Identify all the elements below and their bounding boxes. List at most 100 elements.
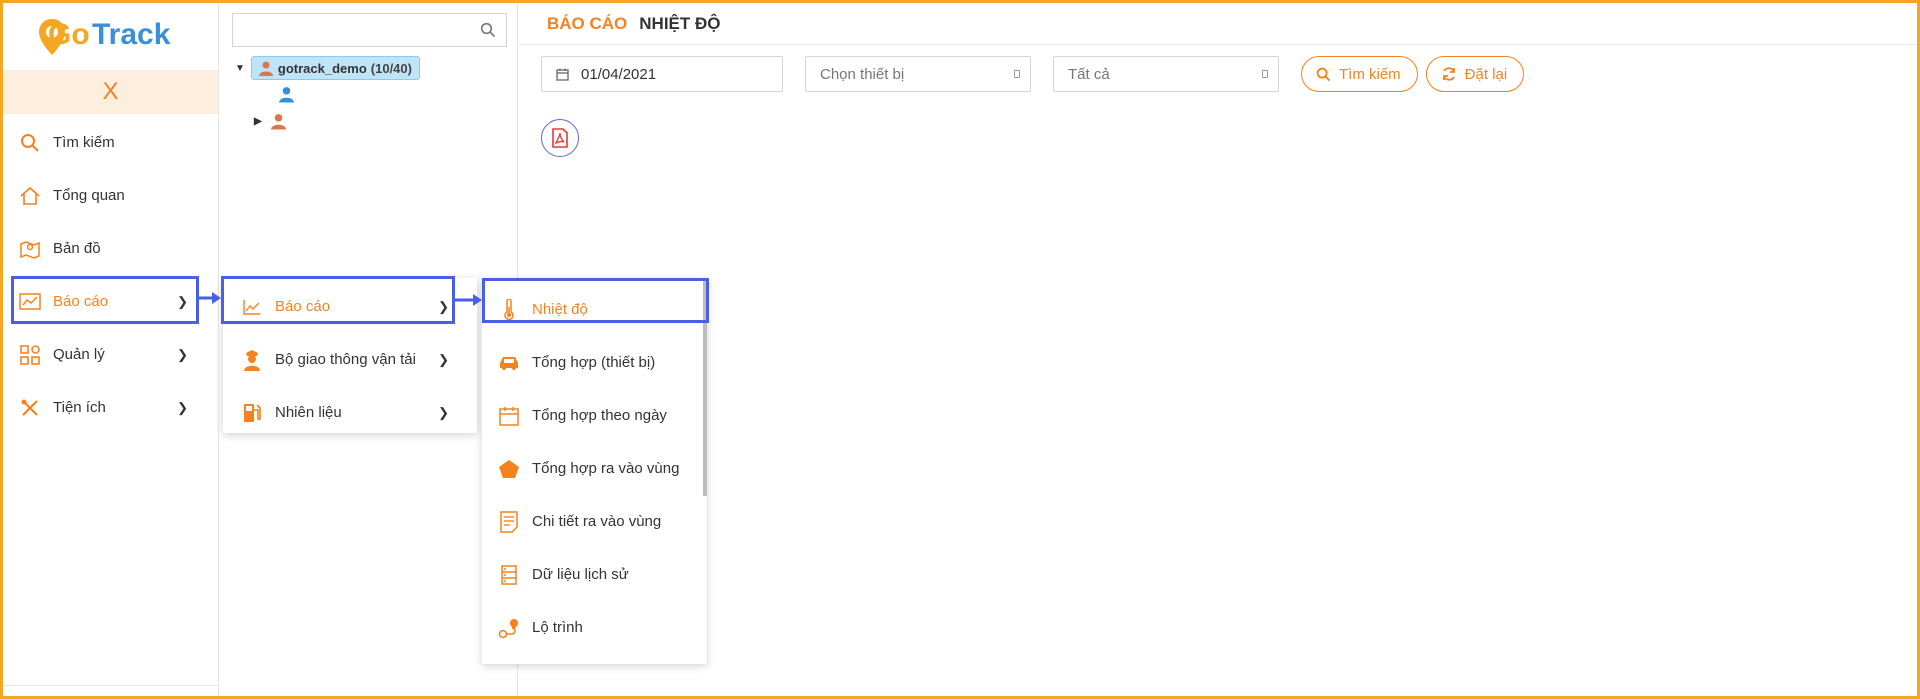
refresh-icon bbox=[1441, 66, 1457, 82]
calendar-icon bbox=[498, 405, 520, 427]
submenu-item-label: Báo cáo bbox=[275, 298, 331, 315]
submenu-scrollbar[interactable] bbox=[703, 278, 707, 496]
user-officer-icon bbox=[270, 114, 286, 130]
sidebar-item-label: Bản đồ bbox=[53, 240, 101, 257]
calendar-icon bbox=[556, 68, 569, 81]
sidebar-close-button[interactable]: X bbox=[3, 70, 218, 114]
expand-triangle-icon[interactable]: ▼ bbox=[235, 63, 245, 74]
sidebar-item-map[interactable]: Bản đồ bbox=[3, 222, 218, 275]
chevron-right-icon: ❯ bbox=[177, 399, 188, 415]
reports-detail-submenu: Nhiệt độ Tổng hợp (thiết bị) Tổng hợp th… bbox=[482, 278, 707, 664]
submenu-item-zone-detail[interactable]: Chi tiết ra vào vùng bbox=[482, 495, 707, 548]
sidebar-item-search[interactable]: Tìm kiếm bbox=[3, 116, 218, 169]
sidebar-item-label: Tổng quan bbox=[53, 187, 125, 204]
chevron-right-icon: ❯ bbox=[438, 351, 449, 367]
tree-root-node[interactable]: ▼ gotrack_demo (10/40) bbox=[235, 56, 420, 80]
reset-button[interactable]: Đặt lại bbox=[1425, 56, 1525, 92]
submenu-item-fuel[interactable]: Nhiên liệu ❯ bbox=[223, 386, 477, 439]
chevron-right-icon: ❯ bbox=[438, 404, 449, 420]
submenu-item-reports[interactable]: Báo cáo ❯ bbox=[223, 280, 477, 333]
sidebar-item-label: Quản lý bbox=[53, 346, 105, 363]
collapse-triangle-icon[interactable]: ▶ bbox=[254, 116, 262, 127]
sidebar-item-label: Báo cáo bbox=[53, 293, 109, 310]
route-icon bbox=[498, 617, 520, 639]
submenu-item-daily-summary[interactable]: Tổng hợp theo ngày bbox=[482, 389, 707, 442]
chevron-right-icon: ❯ bbox=[438, 298, 449, 314]
close-icon: X bbox=[102, 78, 119, 105]
submenu-item-history-data[interactable]: Dữ liệu lịch sử bbox=[482, 548, 707, 601]
sidebar-item-reports[interactable]: Báo cáo ❯ bbox=[3, 275, 218, 328]
tree-root-label: gotrack_demo bbox=[277, 60, 367, 76]
export-pdf-button[interactable] bbox=[541, 119, 579, 157]
status-select-value: Tất cả bbox=[1068, 65, 1110, 83]
filter-bar: 01/04/2021 Chọn thiết bị Tất cả Tìm kiếm… bbox=[541, 56, 1532, 92]
sidebar-item-label: Tiện ích bbox=[53, 399, 106, 416]
line-chart-icon bbox=[241, 296, 263, 318]
tree-root-chip[interactable]: gotrack_demo (10/40) bbox=[250, 56, 420, 80]
reports-submenu: Báo cáo ❯ Bộ giao thông vận tải ❯ Nhiên … bbox=[223, 278, 477, 433]
sidebar-nav: Tìm kiếm Tổng quan Bản đồ Báo cáo ❯ Quản… bbox=[3, 116, 218, 434]
user-icon bbox=[279, 87, 294, 103]
search-icon[interactable] bbox=[480, 22, 496, 43]
tree-child-officer[interactable]: ▶ bbox=[254, 112, 287, 130]
sidebar: Go Track X Tìm kiếm Tổng quan Bản đồ Báo… bbox=[3, 3, 219, 696]
document-icon bbox=[498, 510, 520, 533]
device-select-placeholder: Chọn thiết bị bbox=[820, 65, 905, 83]
submenu-item-label: Tổng hợp ra vào vùng bbox=[532, 460, 680, 477]
sidebar-item-management[interactable]: Quản lý ❯ bbox=[3, 328, 218, 381]
sidebar-item-overview[interactable]: Tổng quan bbox=[3, 169, 218, 222]
submenu-item-label: Chi tiết ra vào vùng bbox=[532, 513, 662, 530]
tree-search-input[interactable] bbox=[232, 13, 507, 47]
search-button[interactable]: Tìm kiếm bbox=[1301, 56, 1418, 92]
submenu-item-transport-ministry[interactable]: Bộ giao thông vận tải ❯ bbox=[223, 333, 477, 386]
database-icon bbox=[498, 564, 520, 586]
sidebar-item-label: Tìm kiếm bbox=[53, 134, 115, 151]
select-caret-icon bbox=[1014, 70, 1020, 78]
logo-track-text: Track bbox=[92, 18, 171, 51]
breadcrumb: BÁO CÁO NHIỆT ĐỘ bbox=[519, 3, 1917, 45]
submenu-item-label: Dữ liệu lịch sử bbox=[532, 566, 629, 583]
logo-icon: Go Track bbox=[38, 18, 171, 55]
submenu-item-temperature[interactable]: Nhiệt độ bbox=[482, 283, 707, 336]
map-icon bbox=[19, 238, 41, 260]
date-picker[interactable]: 01/04/2021 bbox=[541, 56, 783, 92]
date-value: 01/04/2021 bbox=[581, 65, 657, 83]
submenu-item-label: Nhiệt độ bbox=[532, 301, 588, 318]
sidebar-item-utilities[interactable]: Tiện ích ❯ bbox=[3, 381, 218, 434]
submenu-item-device-summary[interactable]: Tổng hợp (thiết bị) bbox=[482, 336, 707, 389]
arrow-right-icon bbox=[198, 292, 221, 304]
submenu-item-label: Nhiên liệu bbox=[275, 404, 342, 421]
officer-icon bbox=[241, 349, 263, 371]
arrow-right-icon bbox=[455, 294, 482, 306]
pentagon-icon bbox=[498, 458, 520, 480]
status-select[interactable]: Tất cả bbox=[1053, 56, 1279, 92]
search-icon bbox=[1316, 67, 1331, 82]
tree-child-user[interactable] bbox=[278, 85, 295, 103]
thermometer-icon bbox=[498, 298, 520, 321]
submenu-item-route[interactable]: Lộ trình bbox=[482, 601, 707, 654]
fuel-icon bbox=[241, 402, 263, 424]
search-icon bbox=[19, 132, 41, 154]
submenu-item-zone-summary[interactable]: Tổng hợp ra vào vùng bbox=[482, 442, 707, 495]
chart-icon bbox=[19, 291, 41, 313]
chevron-right-icon: ❯ bbox=[177, 346, 188, 362]
submenu-item-label: Lộ trình bbox=[532, 619, 583, 636]
submenu-item-label: Tổng hợp theo ngày bbox=[532, 407, 667, 424]
home-icon bbox=[19, 185, 41, 207]
page-title: NHIỆT ĐỘ bbox=[639, 13, 721, 33]
submenu-item-label: Bộ giao thông vận tải bbox=[275, 351, 416, 368]
car-icon bbox=[498, 352, 520, 374]
submenu-item-label: Tổng hợp (thiết bị) bbox=[532, 354, 656, 371]
chevron-right-icon: ❯ bbox=[177, 293, 188, 309]
breadcrumb-section[interactable]: BÁO CÁO bbox=[547, 14, 627, 34]
reset-button-label: Đặt lại bbox=[1464, 65, 1508, 83]
logo-go-text: Go bbox=[48, 18, 90, 51]
gotrack-logo[interactable]: Go Track bbox=[3, 3, 218, 68]
tools-icon bbox=[19, 397, 41, 419]
sidebar-divider bbox=[3, 685, 218, 686]
select-caret-icon bbox=[1262, 70, 1268, 78]
search-button-label: Tìm kiếm bbox=[1339, 65, 1401, 83]
device-select[interactable]: Chọn thiết bị bbox=[805, 56, 1031, 92]
pdf-icon bbox=[552, 128, 568, 148]
main-content: BÁO CÁO NHIỆT ĐỘ 01/04/2021 Chọn thiết b… bbox=[519, 3, 1917, 696]
